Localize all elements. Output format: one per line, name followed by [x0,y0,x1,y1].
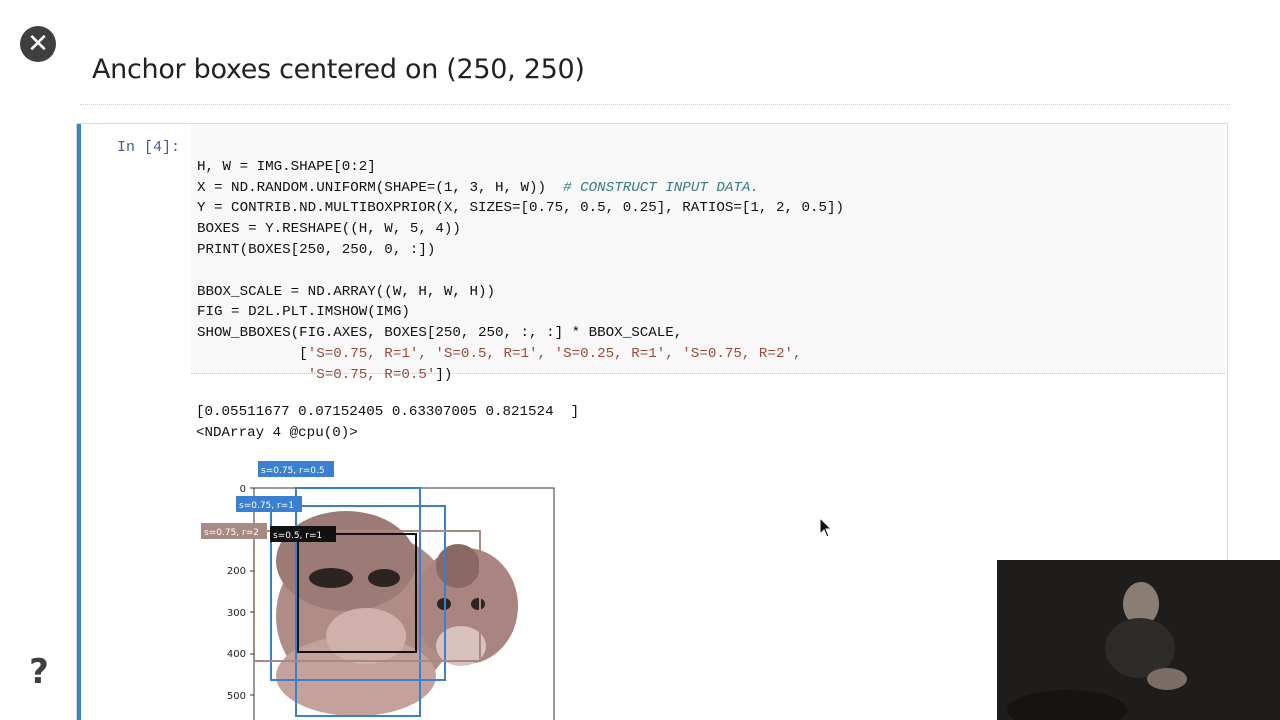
output-line: <NDArray 4 @cpu(0)> [196,424,358,441]
cell-output: [0.05511677 0.07152405 0.63307005 0.8215… [196,402,579,444]
code-line: [ [197,345,308,362]
box-label: s=0.75, r=0.5 [261,466,325,476]
y-tick-label: 400 [227,649,246,660]
code-comment: # CONSTRUCT INPUT DATA. [563,179,759,196]
code-line-end: ]) [435,366,453,383]
code-line: BBOX_SCALE = ND.ARRAY((W, H, W, H)) [197,283,495,300]
presenter-video [997,560,1280,720]
code-line: FIG = D2L.PLT.IMSHOW(IMG) [197,304,410,321]
anchor-box-figure: s=0.75, r=0.5 s=0.75, r=1 s=0.75, r=2 s=… [196,456,576,720]
output-line: [0.05511677 0.07152405 0.63307005 0.8215… [196,404,580,420]
y-tick-label: 200 [227,566,246,577]
box-label: s=0.75, r=1 [239,501,294,511]
code-line: BOXES = Y.RESHAPE((H, W, 5, 4)) [197,221,461,238]
box-label: s=0.5, r=1 [273,531,322,541]
title-divider [80,104,1230,105]
code-string: 'S=0.75, R=1', 'S=0.5, R=1', 'S=0.25, R=… [307,345,802,362]
code-editor[interactable]: H, W = IMG.SHAPE[0:2] X = ND.RANDOM.UNIF… [191,124,1225,383]
code-text: H, W = IMG.SHAPE[0:2] X = ND.RANDOM.UNIF… [197,136,844,386]
code-line: H, W = IMG.SHAPE[0:2] [197,158,376,175]
y-tick-label: 0 [240,484,246,495]
code-line: Y = CONTRIB.ND.MULTIBOXPRIOR(X, SIZES=[0… [197,200,845,217]
code-line: X = ND.RANDOM.UNIFORM(SHAPE=(1, 3, H, W)… [197,179,564,196]
mouse-cursor-icon [819,517,833,538]
input-prompt: In [4]: [117,139,181,156]
close-icon[interactable]: ✕ [20,26,56,62]
presenter-hand [1147,668,1187,690]
video-shadow [1007,690,1127,720]
figure-canvas: s=0.75, r=0.5 s=0.75, r=1 s=0.75, r=2 s=… [201,461,555,720]
code-line: PRINT(BOXES[250, 250, 0, :]) [197,241,436,258]
y-tick-label: 300 [227,608,246,619]
code-string: 'S=0.75, R=0.5' [307,366,436,383]
cell-selection-bar [77,124,81,720]
y-tick-label: 500 [227,691,246,702]
slide-title: Anchor boxes centered on (250, 250) [92,54,585,85]
code-line: SHOW_BBOXES(FIG.AXES, BOXES[250, 250, :,… [197,325,683,342]
help-button[interactable]: ? [24,652,54,692]
box-label: s=0.75, r=2 [204,528,259,538]
